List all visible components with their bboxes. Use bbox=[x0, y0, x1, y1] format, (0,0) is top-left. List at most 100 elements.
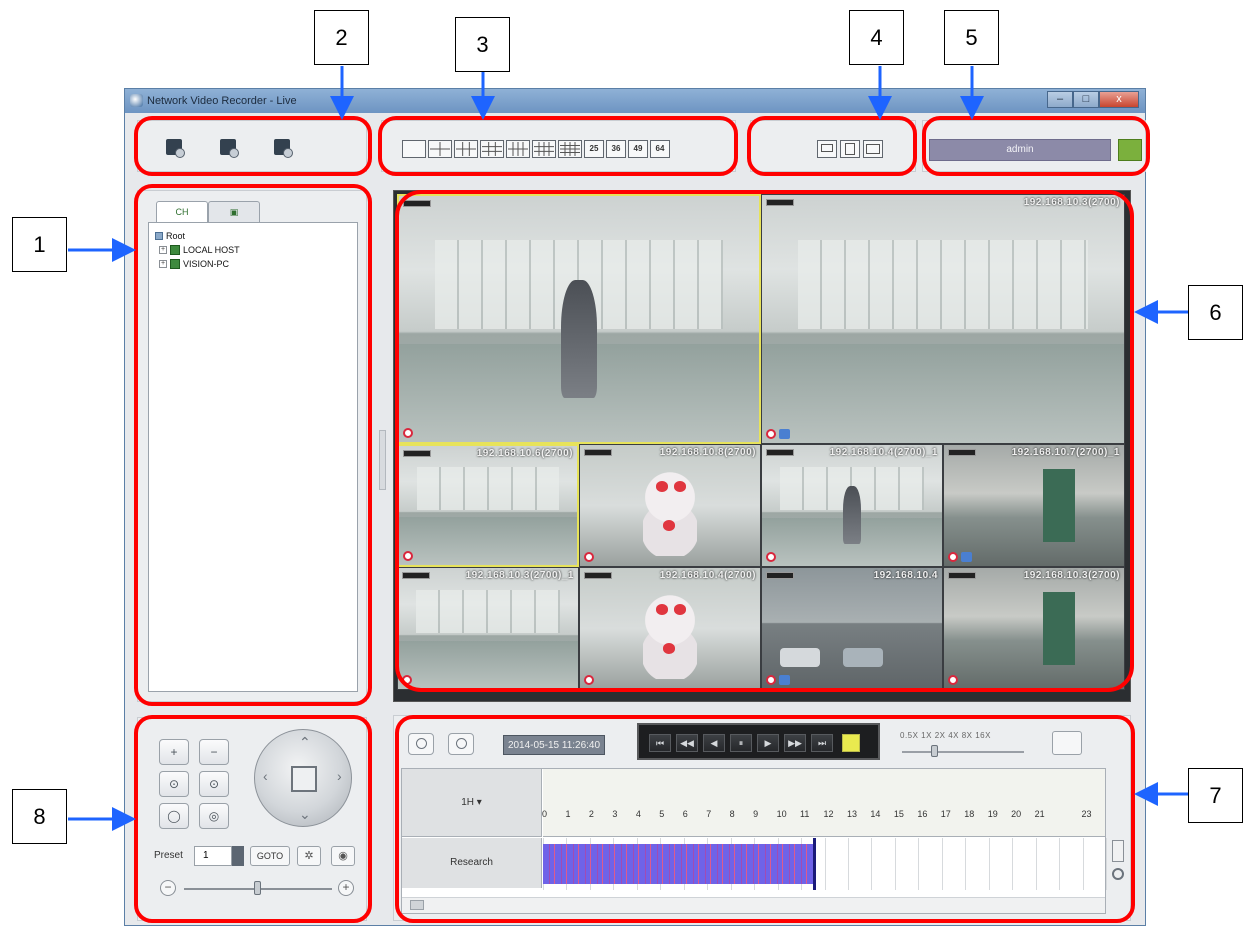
logout-lock-button[interactable] bbox=[1118, 139, 1142, 161]
timeline-zoom-select[interactable]: 1H ▾ bbox=[402, 769, 542, 837]
zoom-out-button[interactable]: − bbox=[199, 739, 229, 765]
layout-64-button[interactable]: 64 bbox=[650, 140, 670, 158]
grid-layout-icon bbox=[560, 142, 580, 156]
step-back-button[interactable]: ◀ bbox=[703, 734, 725, 752]
tree-node-label: LOCAL HOST bbox=[183, 245, 240, 255]
camera-tile[interactable]: 192.168.10.7(2700)_1 bbox=[943, 444, 1125, 567]
camera-tile[interactable]: 192.168.10.8(2700) bbox=[579, 444, 761, 567]
timeline-track[interactable] bbox=[543, 838, 1107, 890]
pan-up-icon[interactable]: ⌃ bbox=[299, 734, 311, 751]
fullscreen-button[interactable] bbox=[817, 140, 837, 158]
minimize-button[interactable]: – bbox=[1047, 91, 1073, 108]
camera-status-tag bbox=[766, 199, 794, 206]
camera-tile[interactable]: 192.168.10.3(2700)_1 bbox=[397, 567, 579, 690]
zoom-in-button[interactable]: + bbox=[159, 739, 189, 765]
maximize-button[interactable]: □ bbox=[1073, 91, 1099, 108]
clock-settings-icon[interactable] bbox=[220, 139, 239, 158]
pause-button[interactable]: ⏸ bbox=[730, 734, 752, 752]
layout-4x2-button[interactable] bbox=[506, 140, 530, 158]
fast-forward-button[interactable]: ▶▶ bbox=[784, 734, 806, 752]
ptz-zoom-plus-icon[interactable]: + bbox=[338, 880, 354, 896]
focus-far-button[interactable]: ⊙ bbox=[199, 771, 229, 797]
preset-goto-button[interactable]: GOTO bbox=[250, 846, 290, 866]
camera-tile[interactable]: 192.168.10.4(2700)_1 bbox=[761, 444, 943, 567]
skip-forward-button[interactable]: ⏭ bbox=[811, 734, 833, 752]
tree-node-local-host[interactable]: + LOCAL HOST bbox=[159, 245, 240, 255]
layout-4x3-button[interactable] bbox=[532, 140, 556, 158]
camera-label: 192.168.10.6(2700) bbox=[476, 448, 573, 459]
callout-2: 2 bbox=[314, 10, 369, 65]
record-indicator-icon[interactable] bbox=[766, 429, 776, 439]
recording-bar[interactable] bbox=[543, 844, 814, 884]
record-indicator-icon[interactable] bbox=[766, 675, 776, 685]
monitor-settings-icon[interactable] bbox=[274, 139, 293, 158]
focus-near-button[interactable]: ⊙ bbox=[159, 771, 189, 797]
sync-button[interactable] bbox=[408, 733, 434, 755]
preset-dropdown-icon[interactable] bbox=[232, 846, 244, 866]
tab-channels[interactable]: CH bbox=[156, 201, 208, 223]
splitter-handle[interactable] bbox=[379, 430, 386, 490]
preset-delete-button[interactable]: ◉ bbox=[331, 846, 355, 866]
hour-gridline bbox=[1059, 838, 1061, 890]
tab-devices[interactable]: ▣ bbox=[208, 201, 260, 223]
speed-slider[interactable] bbox=[902, 751, 1024, 753]
layout-4x4-button[interactable] bbox=[558, 140, 582, 158]
layout-1x1-button[interactable] bbox=[402, 140, 426, 158]
record-indicator-icon[interactable] bbox=[584, 675, 594, 685]
layout-2x2-button[interactable] bbox=[428, 140, 452, 158]
ptz-zoom-minus-icon[interactable]: − bbox=[160, 880, 176, 896]
ptz-speed-knob[interactable] bbox=[254, 881, 261, 895]
record-indicator-icon[interactable] bbox=[948, 675, 958, 685]
camera-tile[interactable]: 192.168.10.3(2700) bbox=[761, 194, 1125, 444]
iris-open-button[interactable]: ◯ bbox=[159, 803, 189, 829]
layout-36-button[interactable]: 36 bbox=[606, 140, 626, 158]
scroll-thumb[interactable] bbox=[410, 900, 424, 910]
layout-3x3-button[interactable] bbox=[480, 140, 504, 158]
fast-rewind-button[interactable]: ◀◀ bbox=[676, 734, 698, 752]
pan-down-icon[interactable]: ⌄ bbox=[299, 806, 311, 823]
skip-back-button[interactable]: ⏮ bbox=[649, 734, 671, 752]
camera-tile[interactable]: 192.168.10.3(2700) bbox=[943, 567, 1125, 690]
camera-tile[interactable]: 192.168.10.4 bbox=[761, 567, 943, 690]
grid-layout-icon bbox=[456, 142, 476, 156]
iris-close-button[interactable]: ◎ bbox=[199, 803, 229, 829]
timeline-list-icon[interactable] bbox=[1112, 840, 1124, 862]
record-indicator-icon[interactable] bbox=[584, 552, 594, 562]
preset-settings-button[interactable]: ✲ bbox=[297, 846, 321, 866]
camera-tile[interactable] bbox=[397, 194, 761, 444]
record-indicator-icon[interactable] bbox=[766, 552, 776, 562]
playback-cursor[interactable] bbox=[813, 838, 817, 890]
play-button[interactable]: ▶ bbox=[757, 734, 779, 752]
pan-left-icon[interactable]: ‹ bbox=[263, 768, 268, 784]
ptz-home-button[interactable] bbox=[291, 766, 317, 792]
record-indicator-icon[interactable] bbox=[403, 551, 413, 561]
hour-gridline bbox=[1082, 838, 1084, 890]
timeline-search-icon[interactable] bbox=[1112, 868, 1124, 880]
server-icon bbox=[170, 245, 180, 255]
stop-button[interactable] bbox=[842, 734, 860, 752]
save-button[interactable] bbox=[840, 140, 860, 158]
layout-3x2-button[interactable] bbox=[454, 140, 478, 158]
sequence-button[interactable] bbox=[863, 140, 883, 158]
expand-icon[interactable]: + bbox=[159, 260, 167, 268]
expand-icon[interactable]: + bbox=[159, 246, 167, 254]
refresh-button[interactable] bbox=[448, 733, 474, 755]
record-indicator-icon[interactable] bbox=[402, 675, 412, 685]
tree-node-vision-pc[interactable]: + VISION-PC bbox=[159, 259, 229, 269]
layout-49-button[interactable]: 49 bbox=[628, 140, 648, 158]
preset-select[interactable]: 1 bbox=[194, 846, 232, 866]
camera-snapshot-icon[interactable] bbox=[166, 139, 185, 158]
layout-25-button[interactable]: 25 bbox=[584, 140, 604, 158]
camera-tile[interactable]: 192.168.10.4(2700) bbox=[579, 567, 761, 690]
ptz-direction-pad[interactable]: ⌃ ⌄ ‹ › bbox=[254, 729, 352, 827]
pan-right-icon[interactable]: › bbox=[337, 768, 342, 784]
record-indicator-icon[interactable] bbox=[403, 428, 413, 438]
edit-timeline-button[interactable] bbox=[1052, 731, 1082, 755]
close-button[interactable]: x bbox=[1099, 91, 1139, 108]
camera-label: 192.168.10.3(2700) bbox=[1023, 570, 1120, 581]
speed-slider-knob[interactable] bbox=[931, 745, 938, 757]
tree-root[interactable]: Root bbox=[155, 231, 185, 241]
record-indicator-icon[interactable] bbox=[948, 552, 958, 562]
timeline-scrollbar[interactable] bbox=[402, 897, 1105, 913]
camera-tile[interactable]: 192.168.10.6(2700) bbox=[397, 444, 579, 567]
